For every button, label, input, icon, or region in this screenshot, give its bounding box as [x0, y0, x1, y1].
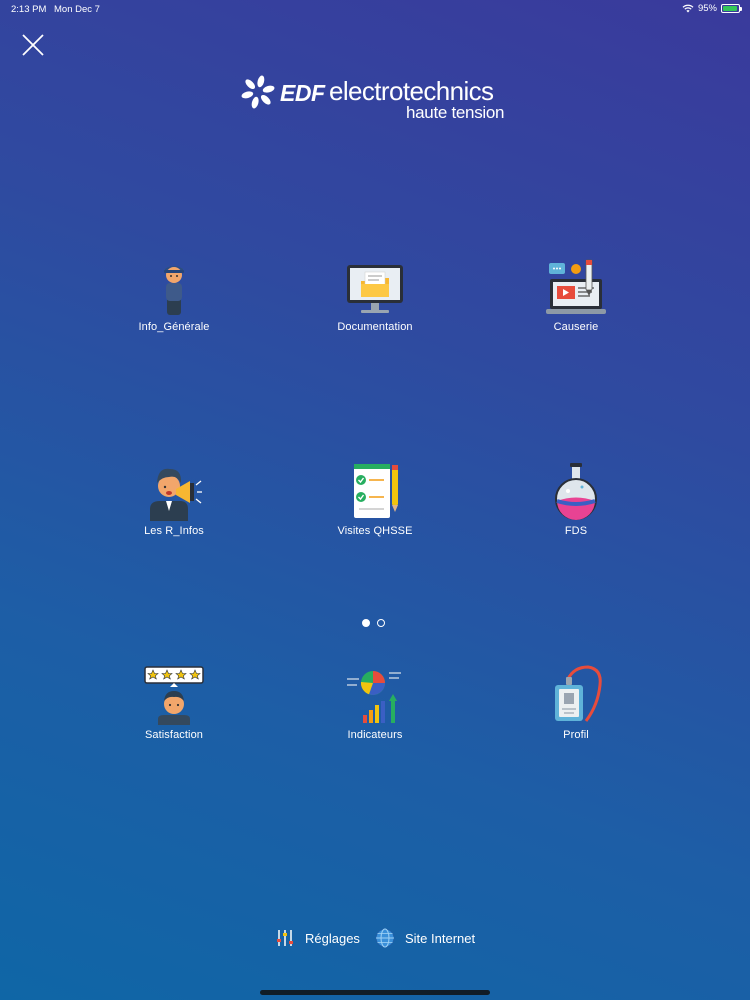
menu-item-visites-qhsse[interactable]: Visites QHSSE — [300, 461, 450, 551]
menu-item-label: Info_Générale — [138, 321, 210, 333]
home-indicator[interactable] — [260, 990, 490, 995]
settings-button[interactable]: Réglages — [275, 928, 360, 948]
menu-item-label: Indicateurs — [347, 729, 403, 741]
page-dot-1[interactable] — [362, 619, 370, 627]
close-icon — [22, 34, 44, 56]
edf-logo-icon — [241, 75, 275, 109]
status-indicators: 95% — [682, 3, 742, 14]
menu-item-indicateurs[interactable]: Indicateurs — [300, 665, 450, 755]
wifi-icon — [682, 4, 694, 13]
menu-item-satisfaction[interactable]: Satisfaction — [99, 665, 249, 755]
menu-item-label: Les R_Infos — [144, 525, 204, 537]
menu-item-label: FDS — [564, 525, 588, 537]
page-dot-2[interactable] — [377, 619, 385, 627]
battery-icon — [721, 4, 742, 13]
menu-item-causerie[interactable]: Causerie — [501, 257, 651, 347]
status-time: 2:13 PM — [11, 4, 47, 15]
logo-tagline: haute tension — [406, 103, 505, 122]
chart-growth-icon — [347, 671, 401, 723]
status-bar: 2:13 PM Mon Dec 7 95% — [0, 0, 750, 20]
globe-icon — [375, 928, 395, 948]
status-date: Mon Dec 7 — [54, 4, 100, 15]
sliders-icon — [277, 930, 293, 946]
checklist-icon — [354, 464, 398, 518]
user-person-icon — [164, 266, 184, 315]
laptop-video-icon — [546, 259, 606, 314]
page-indicator[interactable] — [362, 619, 385, 627]
menu-item-fds[interactable]: FDS — [501, 461, 651, 551]
menu-item-documentation[interactable]: Documentation — [300, 257, 450, 347]
menu-item-profil[interactable]: Profil — [501, 665, 651, 755]
rating-stars-icon — [144, 666, 204, 725]
menu-item-info-generale[interactable]: Info_Générale — [99, 257, 249, 347]
website-button[interactable]: Site Internet — [375, 928, 475, 948]
website-label: Site Internet — [405, 930, 476, 946]
flask-icon — [555, 463, 597, 520]
logo: EDF electrotechnics haute tension — [238, 72, 518, 124]
battery-percent: 95% — [697, 3, 717, 14]
menu-item-label: Satisfaction — [144, 729, 204, 741]
menu-item-les-r-infos[interactable]: Les R_Infos — [99, 461, 249, 551]
menu-item-label: Documentation — [337, 321, 413, 333]
close-button[interactable] — [20, 32, 46, 58]
computer-folder-icon — [347, 265, 403, 313]
megaphone-person-icon — [150, 468, 202, 521]
badge-lanyard-icon — [555, 665, 602, 722]
menu-item-label: Causerie — [553, 321, 599, 333]
menu-item-label: Profil — [563, 729, 589, 741]
menu-item-label: Visites QHSSE — [337, 525, 413, 537]
settings-label: Réglages — [305, 930, 360, 946]
logo-brand: EDF — [280, 80, 325, 106]
